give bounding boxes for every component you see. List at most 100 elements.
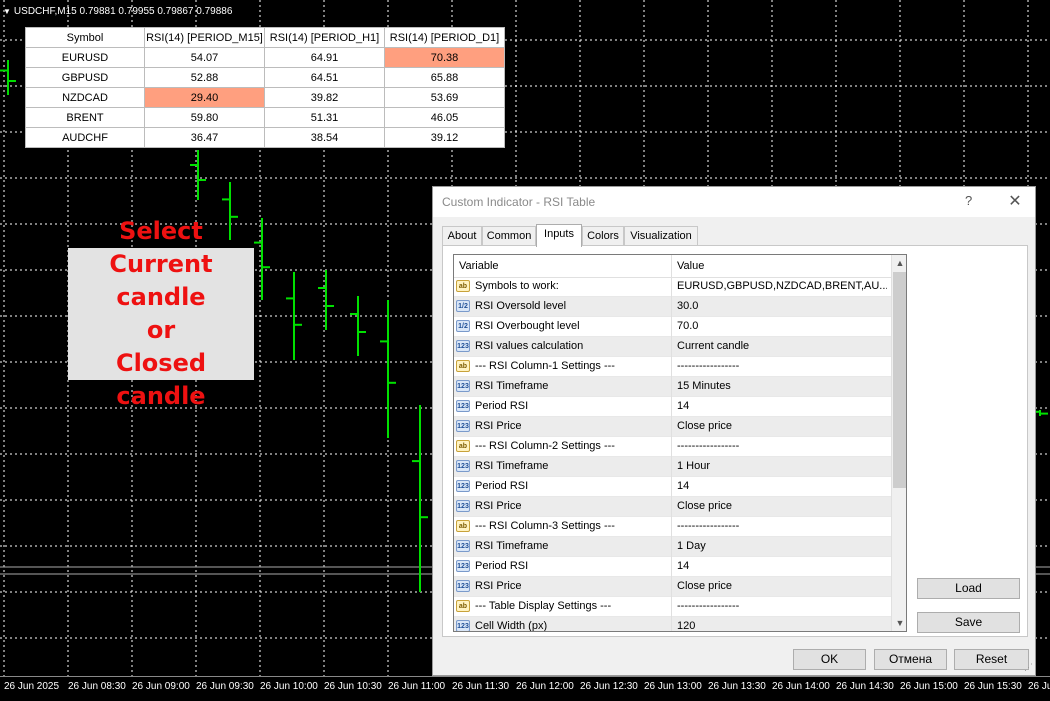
rsi-d1-cell-overbought: 70.38 [384, 47, 505, 68]
column-header-value[interactable]: Value [677, 260, 704, 272]
param-row[interactable]: ab --- RSI Column-3 Settings --- ---------… [454, 517, 891, 537]
param-row[interactable]: ab --- RSI Column-1 Settings --- ---------… [454, 357, 891, 377]
string-type-icon: ab [456, 280, 470, 292]
param-value[interactable]: EURUSD,GBPUSD,NZDCAD,BRENT,AU... [677, 280, 887, 292]
chart-title-text: USDCHF,M15 0.79881 0.79955 0.79867 0.798… [13, 6, 233, 17]
param-value[interactable]: Close price [677, 420, 887, 432]
param-value[interactable]: 1 Hour [677, 460, 887, 472]
time-label: 26 Jun 11:00 [388, 681, 446, 692]
param-name: --- RSI Column-3 Settings --- [475, 520, 615, 532]
param-value[interactable]: ----------------- [677, 360, 887, 372]
param-name: Period RSI [475, 560, 529, 572]
rsi-m15-cell: 59.80 [144, 107, 265, 128]
column-divider [671, 597, 672, 617]
param-value[interactable]: ----------------- [677, 600, 887, 612]
integer-type-icon: 123 [456, 500, 470, 512]
time-label: 26 Jun 14:30 [836, 681, 894, 692]
param-value[interactable]: Current candle [677, 340, 887, 352]
rsi-table: Symbol RSI(14) [PERIOD_M15] RSI(14) [PER… [25, 27, 505, 148]
param-row[interactable]: 123 RSI Timeframe 1 Hour [454, 457, 891, 477]
param-row[interactable]: ab --- RSI Column-2 Settings --- ---------… [454, 437, 891, 457]
integer-type-icon: 123 [456, 420, 470, 432]
param-name: RSI Timeframe [475, 380, 549, 392]
time-label: 26 Jun 11:30 [452, 681, 510, 692]
help-icon[interactable]: ? [965, 193, 972, 208]
rsi-m15-cell: 52.88 [144, 67, 265, 88]
grid-rows: ab Symbols to work: EURUSD,GBPUSD,NZDCAD,B… [454, 277, 891, 631]
param-row[interactable]: ab --- Table Display Settings --- --------… [454, 597, 891, 617]
param-row[interactable]: ab Symbols to work: EURUSD,GBPUSD,NZDCAD,B… [454, 277, 891, 297]
tab-visualization[interactable]: Visualization [624, 226, 698, 245]
ok-button[interactable]: OK [793, 649, 866, 670]
param-row[interactable]: 1/2 RSI Overbought level 70.0 [454, 317, 891, 337]
param-value[interactable]: 14 [677, 400, 887, 412]
column-divider [671, 255, 672, 277]
param-row[interactable]: 123 RSI values calculation Current candle [454, 337, 891, 357]
param-value[interactable]: 14 [677, 560, 887, 572]
dialog-titlebar[interactable]: Custom Indicator - RSI Table ? ✕ [433, 187, 1035, 217]
grid-scrollbar[interactable]: ▲ ▼ [891, 255, 906, 631]
time-label: 26 Jun 14:00 [772, 681, 830, 692]
column-header-variable[interactable]: Variable [459, 260, 499, 272]
time-label: 26 Jun 08:30 [68, 681, 126, 692]
close-icon[interactable]: ✕ [1001, 189, 1029, 215]
param-value[interactable]: 15 Minutes [677, 380, 887, 392]
param-row[interactable]: 123 RSI Price Close price [454, 417, 891, 437]
tab-inputs[interactable]: Inputs [536, 224, 582, 247]
param-value[interactable]: Close price [677, 500, 887, 512]
time-label: 26 Jun 16:00 [1028, 681, 1050, 692]
tab-colors[interactable]: Colors [582, 226, 624, 245]
rsi-d1-cell: 53.69 [384, 87, 505, 108]
param-row[interactable]: 1/2 RSI Oversold level 30.0 [454, 297, 891, 317]
resize-grip-icon[interactable]: ⋰ [1024, 662, 1033, 673]
param-row[interactable]: 123 Period RSI 14 [454, 477, 891, 497]
tab-about[interactable]: About [442, 226, 482, 245]
param-value[interactable]: 120 [677, 620, 887, 631]
param-row[interactable]: 123 Period RSI 14 [454, 397, 891, 417]
scroll-up-icon[interactable]: ▲ [892, 255, 906, 271]
integer-type-icon: 123 [456, 580, 470, 592]
rsi-m15-cell: 54.07 [144, 47, 265, 68]
param-value[interactable]: 14 [677, 480, 887, 492]
param-row[interactable]: 123 RSI Timeframe 15 Minutes [454, 377, 891, 397]
param-name: RSI Price [475, 500, 522, 512]
string-type-icon: ab [456, 520, 470, 532]
rsi-table-header-row: Symbol RSI(14) [PERIOD_M15] RSI(14) [PER… [25, 27, 505, 48]
param-row[interactable]: 123 RSI Price Close price [454, 497, 891, 517]
scrollbar-thumb[interactable] [893, 272, 906, 488]
column-divider [671, 537, 672, 557]
param-name: RSI Price [475, 420, 522, 432]
inputs-grid: Variable Value ab Symbols to work: EURUSD,… [453, 254, 907, 632]
chart-menu-icon[interactable]: ▼ [3, 7, 11, 16]
cancel-button[interactable]: Отмена [874, 649, 947, 670]
param-value[interactable]: 30.0 [677, 300, 887, 312]
load-button[interactable]: Load [917, 578, 1020, 599]
param-row[interactable]: 123 Period RSI 14 [454, 557, 891, 577]
time-label: 26 Jun 10:30 [324, 681, 382, 692]
param-row[interactable]: 123 RSI Price Close price [454, 577, 891, 597]
param-value[interactable]: 70.0 [677, 320, 887, 332]
inputs-panel: Variable Value ab Symbols to work: EURUSD,… [442, 245, 1028, 637]
param-value[interactable]: 1 Day [677, 540, 887, 552]
header-symbol: Symbol [25, 27, 145, 48]
param-value[interactable]: Close price [677, 580, 887, 592]
integer-type-icon: 123 [456, 480, 470, 492]
param-row[interactable]: 123 Cell Width (px) 120 [454, 617, 891, 631]
double-type-icon: 1/2 [456, 320, 470, 332]
string-type-icon: ab [456, 600, 470, 612]
column-divider [671, 277, 672, 297]
double-type-icon: 1/2 [456, 300, 470, 312]
scroll-down-icon[interactable]: ▼ [892, 615, 906, 631]
time-label: 26 Jun 15:30 [964, 681, 1022, 692]
param-value[interactable]: ----------------- [677, 440, 887, 452]
param-value[interactable]: ----------------- [677, 520, 887, 532]
column-divider [671, 577, 672, 597]
reset-button[interactable]: Reset [954, 649, 1029, 670]
custom-indicator-dialog: Custom Indicator - RSI Table ? ✕ About C… [432, 186, 1036, 676]
dialog-title: Custom Indicator - RSI Table [442, 195, 596, 209]
table-row: BRENT 59.80 51.31 46.05 [25, 107, 505, 128]
tab-common[interactable]: Common [482, 226, 536, 245]
param-row[interactable]: 123 RSI Timeframe 1 Day [454, 537, 891, 557]
integer-type-icon: 123 [456, 380, 470, 392]
save-button[interactable]: Save [917, 612, 1020, 633]
